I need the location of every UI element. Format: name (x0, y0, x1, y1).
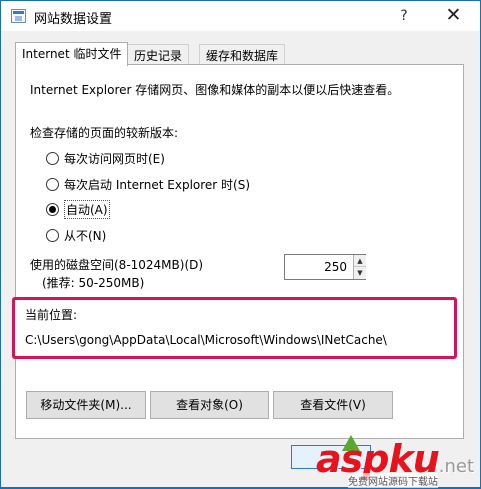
current-location-box: 当前位置: C:\Users\gong\AppData\Local\Micros… (12, 297, 457, 359)
disk-space-input[interactable] (285, 255, 353, 279)
move-folder-button[interactable]: 移动文件夹(M)... (26, 391, 146, 419)
radio-label: 每次启动 Internet Explorer 时(S) (64, 177, 251, 192)
disk-space-hint: (推荐: 50-250MB) (42, 276, 145, 290)
disk-space-stepper: ▲ ▼ (284, 254, 366, 280)
disk-space-label: 使用的磁盘空间(8-1024MB)(D) (30, 258, 204, 272)
radio-every-start[interactable]: 每次启动 Internet Explorer 时(S) (46, 175, 250, 193)
tab-caches-databases[interactable]: 缓存和数据库 (199, 44, 286, 65)
watermark-suffix: .net (438, 456, 475, 477)
radio-every-visit[interactable]: 每次访问网页时(E) (46, 149, 165, 167)
panel-description: Internet Explorer 存储网页、图像和媒体的副本以便以后快速查看。 (30, 83, 400, 97)
tab-panel: Internet Explorer 存储网页、图像和媒体的副本以便以后快速查看。… (12, 64, 464, 439)
stepper-buttons: ▲ ▼ (353, 255, 366, 279)
tab-internet-temp-files[interactable]: Internet 临时文件 (15, 42, 129, 66)
radio-circle (46, 228, 59, 242)
radio-label: 从不(N) (64, 228, 107, 243)
view-objects-button[interactable]: 查看对象(O) (150, 391, 269, 419)
radio-label: 自动(A) (64, 199, 110, 219)
current-location-label: 当前位置: (25, 308, 78, 322)
watermark: aspku.net 免费网站源码下载站 (316, 429, 481, 489)
window-title: 网站数据设置 (34, 12, 113, 27)
radio-label: 每次访问网页时(E) (64, 151, 165, 166)
tab-history[interactable]: 历史记录 (127, 44, 190, 65)
title-bar: 网站数据设置 ? ✕ (1, 1, 480, 31)
dialog-window: 网站数据设置 ? ✕ Internet 临时文件 历史记录 缓存和数据库 Int… (0, 0, 481, 488)
view-files-button[interactable]: 查看文件(V) (273, 391, 393, 419)
window-app-icon (11, 9, 26, 23)
help-button[interactable]: ? (381, 1, 427, 31)
check-versions-label: 检查存储的页面的较新版本: (30, 126, 179, 140)
radio-automatic[interactable]: 自动(A) (46, 199, 110, 219)
chevron-down-icon[interactable]: ▼ (354, 267, 366, 279)
radio-circle (46, 151, 59, 165)
radio-circle-selected (46, 202, 59, 216)
current-location-path: C:\Users\gong\AppData\Local\Microsoft\Wi… (25, 333, 387, 347)
chevron-up-icon[interactable]: ▲ (354, 255, 366, 267)
radio-never[interactable]: 从不(N) (46, 226, 106, 244)
radio-circle (46, 177, 59, 191)
watermark-subtitle: 免费网站源码下载站 (348, 473, 438, 488)
close-icon[interactable]: ✕ (427, 1, 480, 31)
